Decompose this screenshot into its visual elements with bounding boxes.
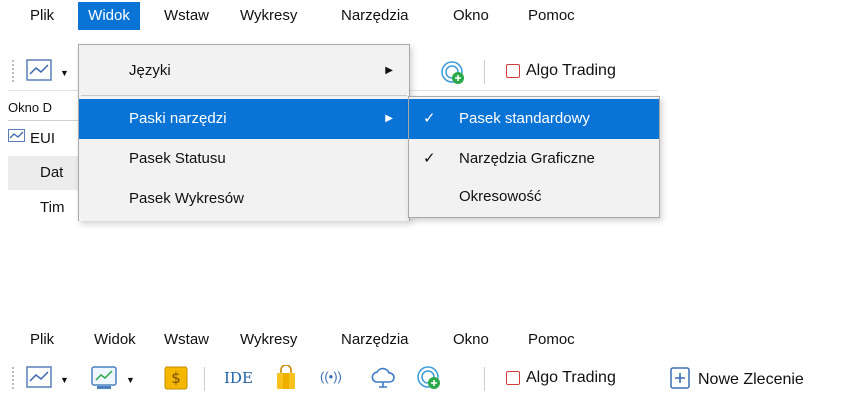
menu-wykresy[interactable]: Wykresy bbox=[232, 326, 305, 354]
view-menu-languages[interactable]: Języki ▶ bbox=[79, 51, 409, 91]
submenu-standard-toolbar[interactable]: ✓ Pasek standardowy bbox=[409, 99, 659, 139]
menu-plik[interactable]: Plik bbox=[22, 2, 62, 30]
menu-okno[interactable]: Okno bbox=[445, 326, 497, 354]
symbol-label: EUI bbox=[30, 129, 56, 147]
toolbar-grip[interactable] bbox=[12, 367, 14, 391]
symbol-row[interactable]: EUI bbox=[8, 124, 88, 152]
signal-icon: ((•)) bbox=[320, 369, 342, 384]
algo-trading-label: Algo Trading bbox=[526, 369, 616, 386]
view-menu: Języki ▶ Paski narzędzi ▶ Pasek Statusu … bbox=[78, 44, 410, 221]
ide-button[interactable]: IDE bbox=[224, 369, 253, 387]
bottom-screenshot: Plik Widok Wstaw Wykresy Narzędzia Okno … bbox=[0, 325, 848, 405]
menu-pomoc[interactable]: Pomoc bbox=[520, 2, 583, 30]
algo-trading-button[interactable]: Algo Trading bbox=[506, 369, 616, 387]
view-menu-toolbars[interactable]: Paski narzędzi ▶ bbox=[79, 99, 409, 139]
data-row-time-label: Tim bbox=[40, 199, 65, 216]
view-menu-charts-bar[interactable]: Pasek Wykresów bbox=[79, 179, 409, 219]
data-window-title: Okno D bbox=[8, 100, 53, 115]
checkmark-icon: ✓ bbox=[423, 110, 436, 127]
toolbar-grip[interactable] bbox=[12, 60, 14, 84]
chart-line-icon bbox=[26, 59, 54, 87]
cloud-icon bbox=[370, 366, 396, 394]
menu-wykresy[interactable]: Wykresy bbox=[232, 2, 305, 30]
market-button[interactable] bbox=[274, 364, 298, 395]
ide-label: IDE bbox=[224, 369, 253, 387]
standard-toolbar-label: Pasek standardowy bbox=[459, 110, 590, 127]
vps-button[interactable] bbox=[370, 366, 396, 394]
radar-add-button[interactable] bbox=[416, 365, 442, 395]
view-menu-status-bar[interactable]: Pasek Statusu bbox=[79, 139, 409, 179]
checkmark-icon: ✓ bbox=[423, 150, 436, 167]
bottom-toolbar: ▼ ▼ $ IDE ((•)) Algo Trading Nowe Zlecen… bbox=[8, 361, 848, 397]
charts-bar-label: Pasek Wykresów bbox=[129, 190, 244, 207]
languages-label: Języki bbox=[129, 62, 171, 79]
dropdown-arrow-icon: ▼ bbox=[60, 68, 69, 78]
chart-line-button[interactable]: ▼ bbox=[26, 366, 69, 394]
algo-trading-button[interactable]: Algo Trading bbox=[506, 62, 616, 80]
menu-plik[interactable]: Plik bbox=[22, 326, 62, 354]
new-order-button[interactable]: Nowe Zlecenie bbox=[670, 367, 804, 393]
stop-checkbox-icon bbox=[506, 371, 520, 385]
menu-widok[interactable]: Widok bbox=[78, 2, 140, 30]
data-row-date-label: Dat bbox=[40, 164, 64, 181]
chart-templates-icon bbox=[90, 365, 120, 395]
toolbars-submenu: ✓ Pasek standardowy ✓ Narzędzia Graficzn… bbox=[408, 96, 660, 218]
dropdown-arrow-icon: ▼ bbox=[60, 375, 69, 385]
menu-narzedzia[interactable]: Narzędzia bbox=[333, 326, 417, 354]
graphic-tools-label: Narzędzia Graficzne bbox=[459, 150, 595, 167]
symbol-chart-icon bbox=[8, 129, 26, 147]
menu-wstaw[interactable]: Wstaw bbox=[156, 2, 217, 30]
menu-okno[interactable]: Okno bbox=[445, 2, 497, 30]
dollar-icon: $ bbox=[164, 366, 188, 394]
menu-narzedzia[interactable]: Narzędzia bbox=[333, 2, 417, 30]
submenu-arrow-icon: ▶ bbox=[385, 113, 393, 124]
chart-templates-button[interactable]: ▼ bbox=[90, 365, 135, 395]
dropdown-arrow-icon: ▼ bbox=[126, 375, 135, 385]
signals-button[interactable]: ((•)) bbox=[320, 369, 342, 384]
algo-trading-label: Algo Trading bbox=[526, 62, 616, 79]
menu-pomoc[interactable]: Pomoc bbox=[520, 326, 583, 354]
new-order-label: Nowe Zlecenie bbox=[698, 371, 804, 388]
chart-line-icon bbox=[26, 366, 54, 394]
menu-wstaw[interactable]: Wstaw bbox=[156, 326, 217, 354]
bottom-menubar: Plik Widok Wstaw Wykresy Narzędzia Okno … bbox=[0, 326, 848, 354]
chart-line-button[interactable]: ▼ bbox=[26, 59, 69, 87]
stop-checkbox-icon bbox=[506, 64, 520, 78]
plus-order-icon bbox=[670, 367, 692, 393]
dollar-button[interactable]: $ bbox=[164, 366, 188, 394]
svg-text:$: $ bbox=[171, 369, 181, 387]
radar-add-button[interactable] bbox=[440, 60, 466, 90]
menu-divider bbox=[81, 95, 407, 96]
submenu-arrow-icon: ▶ bbox=[385, 65, 393, 76]
status-bar-label: Pasek Statusu bbox=[129, 150, 226, 167]
periodicity-label: Okresowość bbox=[459, 188, 542, 205]
toolbars-label: Paski narzędzi bbox=[129, 110, 227, 127]
top-screenshot: Plik Widok Wstaw Wykresy Narzędzia Okno … bbox=[0, 0, 660, 221]
submenu-periodicity[interactable]: Okresowość bbox=[409, 177, 659, 217]
radar-add-icon bbox=[416, 365, 442, 395]
menu-widok[interactable]: Widok bbox=[86, 326, 144, 354]
top-menubar: Plik Widok Wstaw Wykresy Narzędzia Okno … bbox=[0, 2, 658, 30]
radar-add-icon bbox=[440, 60, 466, 90]
shopping-bag-icon bbox=[274, 364, 298, 395]
submenu-graphic-tools[interactable]: ✓ Narzędzia Graficzne bbox=[409, 139, 659, 179]
